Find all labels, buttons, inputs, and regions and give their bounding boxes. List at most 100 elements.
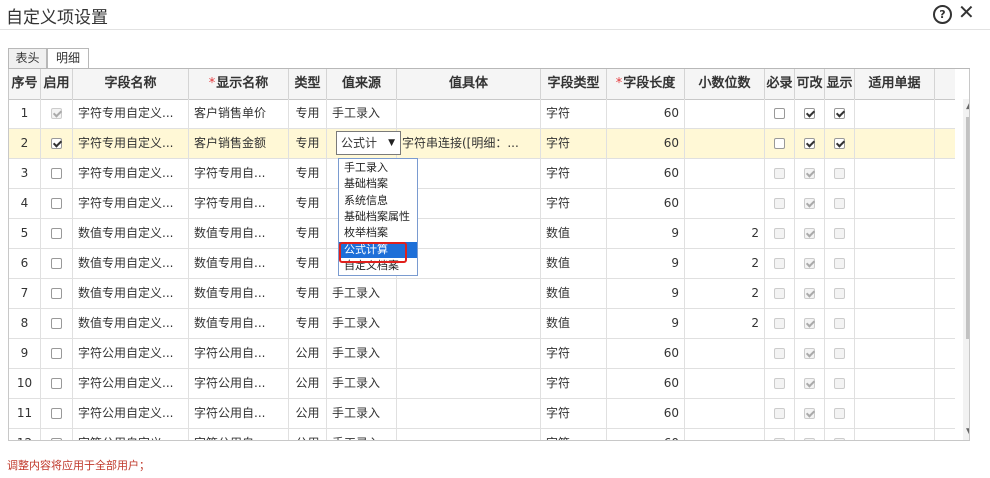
table-row[interactable]: 2 字符专用自定义... 客户销售金额 专用 字符串连接([明细：... 字符 60 [9,129,955,159]
cell-value[interactable] [397,99,541,128]
column-header-decimals[interactable]: 小数位数 [685,69,765,99]
cell-length[interactable]: 60 [607,339,685,368]
cell-field-name[interactable]: 数值专用自定义... [73,249,189,278]
cell-type[interactable]: 专用 [289,219,327,248]
table-row[interactable]: 7 数值专用自定义... 数值专用自... 专用 手工录入 数值 9 2 [9,279,955,309]
dropdown-option[interactable]: 系统信息 [339,193,417,209]
cell-type[interactable]: 公用 [289,339,327,368]
scroll-up-icon[interactable]: ▲ [966,101,969,111]
cell-source[interactable]: 手工录入 [327,369,397,398]
dropdown-option[interactable]: 手工录入 [339,160,417,176]
cell-applicable[interactable] [855,309,935,338]
enabled-checkbox[interactable] [51,258,62,269]
cell-type[interactable]: 专用 [289,129,327,158]
cell-type[interactable]: 专用 [289,279,327,308]
cell-source[interactable]: 手工录入 [327,429,397,440]
cell-decimals[interactable] [685,189,765,218]
cell-value[interactable] [397,429,541,440]
cell-length[interactable]: 60 [607,369,685,398]
cell-field-name[interactable]: 字符公用自定义... [73,339,189,368]
cell-field-type[interactable]: 数值 [541,279,607,308]
cell-field-type[interactable]: 字符 [541,399,607,428]
cell-value[interactable] [397,369,541,398]
cell-decimals[interactable]: 2 [685,219,765,248]
cell-field-name[interactable]: 字符专用自定义... [73,159,189,188]
cell-type[interactable]: 公用 [289,399,327,428]
column-header-type[interactable]: 类型 [289,69,327,99]
cell-field-type[interactable]: 数值 [541,219,607,248]
cell-seq[interactable]: 8 [9,309,41,338]
cell-type[interactable]: 专用 [289,309,327,338]
cell-decimals[interactable] [685,129,765,158]
table-row[interactable]: 4 字符专用自定义... 字符专用自... 专用 字符 60 [9,189,955,219]
cell-display-name[interactable]: 字符公用自... [189,369,289,398]
editable-checkbox[interactable] [804,138,815,149]
help-icon[interactable]: ? [933,5,952,24]
scroll-down-icon[interactable]: ▼ [966,427,969,437]
enabled-checkbox[interactable] [51,438,62,440]
cell-applicable[interactable] [855,129,935,158]
cell-decimals[interactable]: 2 [685,279,765,308]
cell-field-name[interactable]: 数值专用自定义... [73,309,189,338]
cell-length[interactable]: 60 [607,129,685,158]
cell-field-type[interactable]: 字符 [541,429,607,440]
table-row[interactable]: 5 数值专用自定义... 数值专用自... 专用 数值 9 2 [9,219,955,249]
cell-value[interactable] [397,189,541,218]
cell-applicable[interactable] [855,369,935,398]
cell-value[interactable] [397,309,541,338]
cell-decimals[interactable] [685,159,765,188]
cell-field-name[interactable]: 数值专用自定义... [73,219,189,248]
cell-applicable[interactable] [855,399,935,428]
table-row[interactable]: 11 字符公用自定义... 字符公用自... 公用 手工录入 字符 60 [9,399,955,429]
table-row[interactable]: 1 字符专用自定义... 客户销售单价 专用 手工录入 字符 60 [9,99,955,129]
cell-applicable[interactable] [855,279,935,308]
cell-length[interactable]: 9 [607,249,685,278]
dropdown-option[interactable]: 基础档案属性 [339,209,417,225]
scrollbar-thumb[interactable] [966,117,969,339]
cell-value[interactable] [397,249,541,278]
column-header-display-name[interactable]: *显示名称 [189,69,289,99]
cell-field-type[interactable]: 字符 [541,159,607,188]
column-header-field-type[interactable]: 字段类型 [541,69,607,99]
column-header-field-name[interactable]: 字段名称 [73,69,189,99]
dropdown-option[interactable]: 基础档案 [339,176,417,192]
cell-seq[interactable]: 9 [9,339,41,368]
cell-display-name[interactable]: 数值专用自... [189,279,289,308]
mandatory-checkbox[interactable] [774,138,785,149]
cell-seq[interactable]: 10 [9,369,41,398]
cell-applicable[interactable] [855,159,935,188]
cell-value[interactable] [397,339,541,368]
cell-source[interactable]: 手工录入 [327,339,397,368]
cell-decimals[interactable]: 2 [685,309,765,338]
cell-applicable[interactable] [855,99,935,128]
enabled-checkbox[interactable] [51,378,62,389]
column-header-value[interactable]: 值具体 [397,69,541,99]
cell-type[interactable]: 专用 [289,159,327,188]
close-icon[interactable]: ✕ [958,1,975,23]
visible-checkbox[interactable] [834,138,845,149]
cell-decimals[interactable] [685,99,765,128]
dropdown-option[interactable]: 枚举档案 [339,225,417,241]
column-header-visible[interactable]: 显示 [825,69,855,99]
enabled-checkbox[interactable] [51,348,62,359]
cell-type[interactable]: 专用 [289,99,327,128]
cell-source[interactable]: 手工录入 [327,399,397,428]
cell-field-type[interactable]: 数值 [541,249,607,278]
cell-value[interactable] [397,279,541,308]
column-header-mandatory[interactable]: 必录 [765,69,795,99]
cell-seq[interactable]: 3 [9,159,41,188]
tab-header[interactable]: 表头 [8,48,47,68]
cell-decimals[interactable] [685,339,765,368]
cell-field-type[interactable]: 字符 [541,99,607,128]
cell-display-name[interactable]: 字符专用自... [189,159,289,188]
enabled-checkbox[interactable] [51,408,62,419]
cell-display-name[interactable]: 数值专用自... [189,219,289,248]
column-header-enabled[interactable]: 启用 [41,69,73,99]
cell-field-type[interactable]: 数值 [541,309,607,338]
table-row[interactable]: 3 字符专用自定义... 字符专用自... 专用 字符 60 [9,159,955,189]
cell-length[interactable]: 60 [607,399,685,428]
column-header-editable[interactable]: 可改 [795,69,825,99]
cell-display-name[interactable]: 客户销售单价 [189,99,289,128]
cell-field-type[interactable]: 字符 [541,189,607,218]
cell-field-type[interactable]: 字符 [541,369,607,398]
